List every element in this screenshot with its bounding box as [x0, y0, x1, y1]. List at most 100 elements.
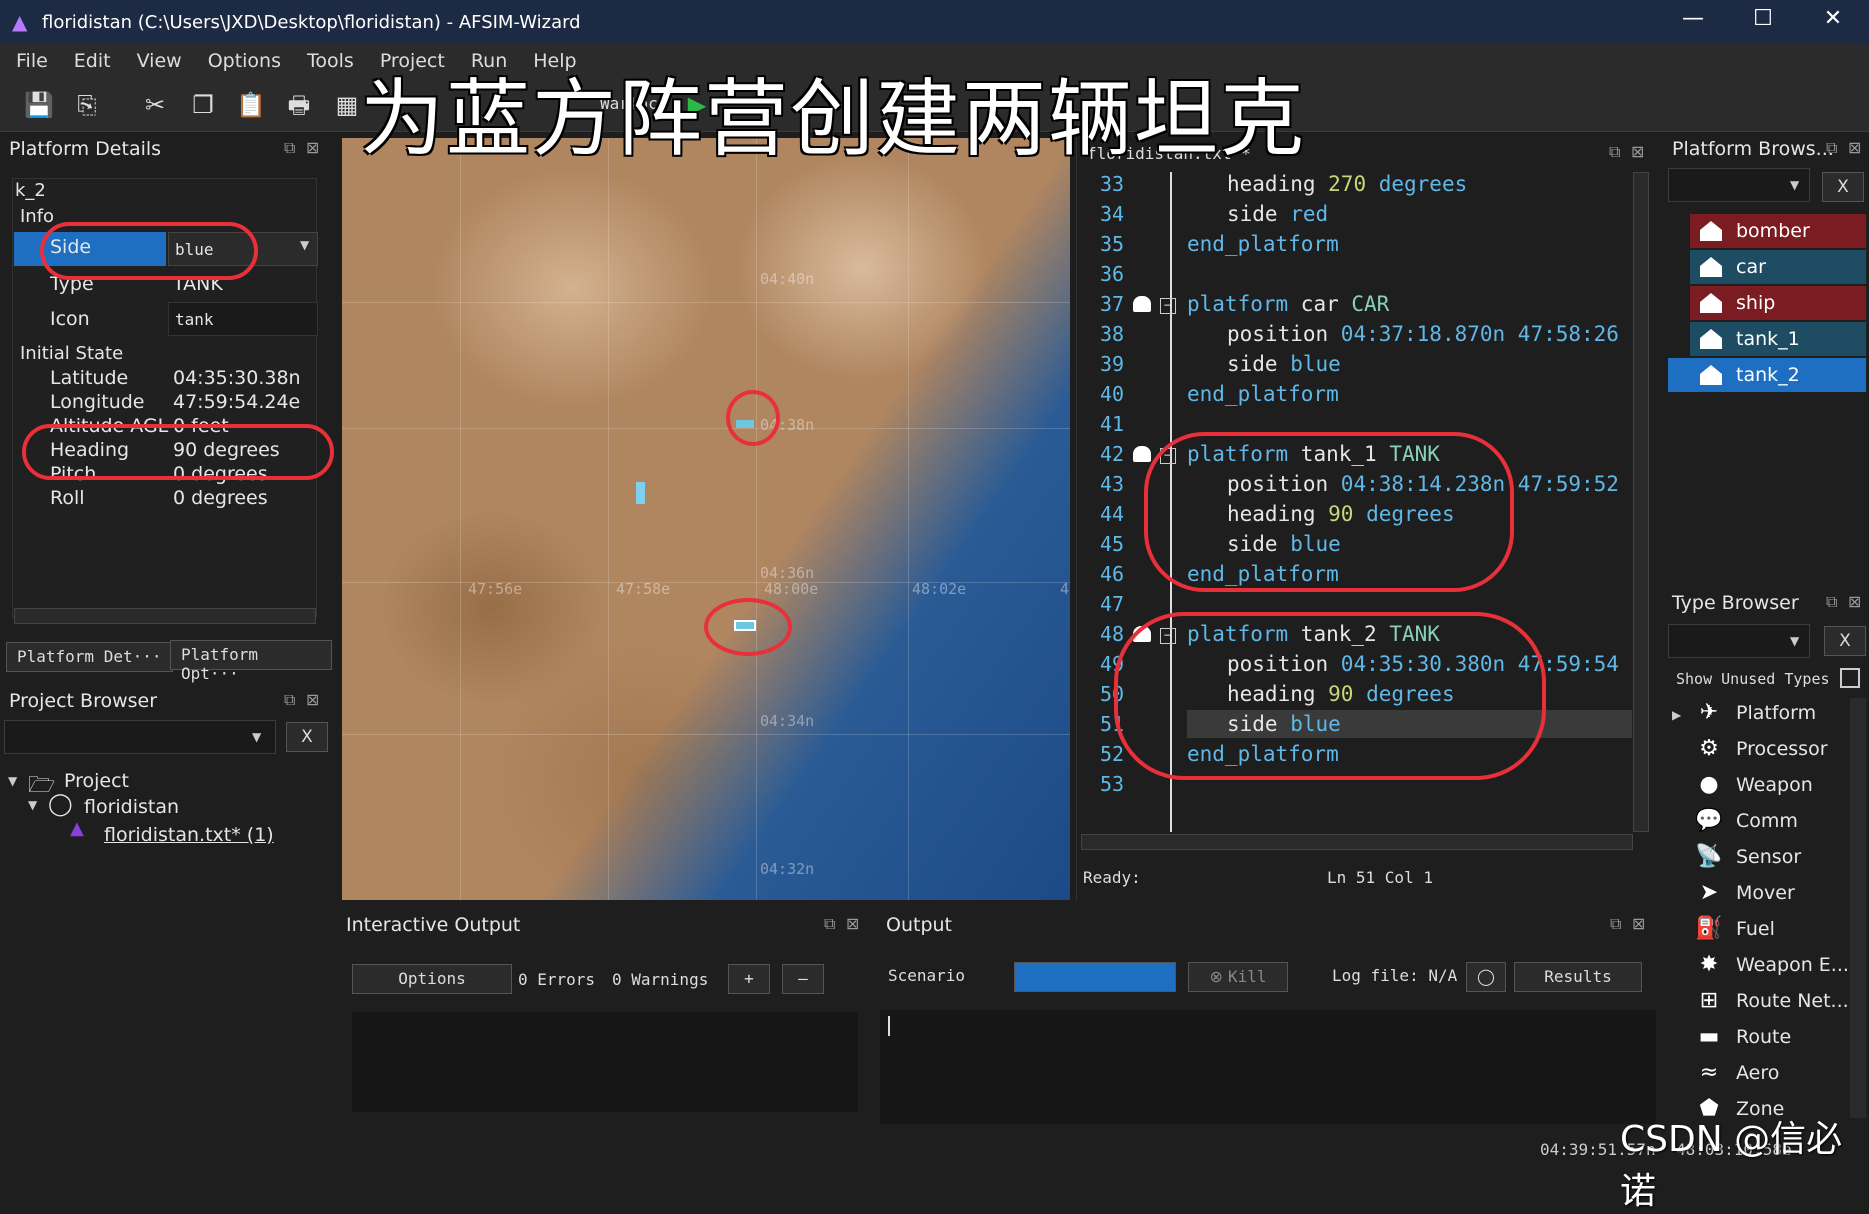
type-item-aero[interactable]: ≈ Aero [1694, 1060, 1780, 1086]
type-item-route[interactable]: ▬ Route [1694, 1024, 1792, 1050]
menu-file[interactable]: File [16, 50, 48, 72]
float-icon[interactable]: ⧉ [824, 914, 835, 934]
close-panel-icon[interactable]: ⊠ [1631, 142, 1644, 161]
interactive-output-panel: Interactive Output ⧉ ⊠ Options 0 Errors … [340, 906, 872, 1124]
output-panel: Output ⧉ ⊠ Scenario ⊗ Kill Log file: N/A… [880, 906, 1656, 1124]
code-token: platform [1187, 292, 1301, 316]
platform-item-tank-2[interactable]: tank_2 [1668, 358, 1866, 392]
text-cursor [888, 1016, 890, 1036]
clear-filter-button[interactable]: X [1822, 172, 1864, 202]
menu-edit[interactable]: Edit [74, 50, 111, 72]
tree-file[interactable]: floridistan.txt* (1) [104, 824, 274, 846]
code-token: 270 [1328, 172, 1367, 196]
map-view[interactable]: 04:40n 04:38n 04:36n 04:34n 04:32n 47:56… [342, 138, 1070, 900]
menu-tools[interactable]: Tools [307, 50, 354, 72]
float-icon[interactable]: ⧉ [284, 690, 295, 710]
platform-icon [1700, 365, 1722, 385]
close-panel-icon[interactable]: ⊠ [846, 914, 859, 933]
clear-filter-button[interactable]: X [286, 722, 328, 752]
minimize-button[interactable]: — [1663, 6, 1723, 31]
grid-line [460, 138, 461, 900]
platform-item-car[interactable]: car [1690, 250, 1866, 284]
interactive-output-text[interactable] [352, 1012, 858, 1112]
platform-item-ship[interactable]: ship [1690, 286, 1866, 320]
longitude-label: Longitude [50, 391, 145, 413]
close-panel-icon[interactable]: ⊠ [1848, 592, 1861, 611]
horizontal-scrollbar[interactable] [14, 608, 316, 624]
tab-platform-details[interactable]: Platform Det··· [6, 642, 173, 672]
float-icon[interactable]: ⧉ [1609, 142, 1620, 162]
close-button[interactable]: ✕ [1803, 6, 1863, 31]
log-file-button[interactable]: ◯ [1466, 962, 1506, 992]
build-icon[interactable]: ▦ [330, 88, 364, 122]
annotation-tank-2 [704, 598, 792, 656]
maximize-button[interactable]: ☐ [1733, 6, 1793, 31]
float-icon[interactable]: ⧉ [1826, 138, 1837, 158]
type-item-weapon-effects[interactable]: ✸ Weapon E... [1694, 952, 1849, 978]
type-item-weapon[interactable]: ● Weapon [1694, 772, 1812, 798]
kill-button[interactable]: ⊗ Kill [1188, 962, 1288, 992]
zoom-out-button[interactable]: – [782, 964, 824, 994]
code-token: car [1300, 292, 1352, 316]
menu-view[interactable]: View [137, 50, 182, 72]
car-marker[interactable] [636, 482, 645, 504]
type-filter-input[interactable] [1668, 624, 1810, 658]
save-icon[interactable]: 💾 [22, 88, 56, 122]
type-item-comm[interactable]: 💬 Comm [1694, 808, 1798, 834]
platform-details-panel: Platform Details ⧉ ⊠ k_2 Info Side blue … [0, 132, 332, 683]
wizard-file-icon: ▲ [70, 818, 84, 839]
vertical-scrollbar[interactable] [1633, 172, 1649, 832]
tree-floridistan[interactable]: floridistan [84, 796, 179, 818]
show-unused-checkbox[interactable] [1840, 668, 1860, 688]
expand-icon[interactable]: ▼ [8, 774, 17, 788]
zoom-in-button[interactable]: + [728, 964, 770, 994]
line-number: 41 [1100, 412, 1125, 436]
float-icon[interactable]: ⧉ [284, 138, 295, 158]
longitude-value: 47:59:54.24e [173, 391, 301, 413]
chevron-down-icon[interactable]: ▼ [252, 730, 261, 744]
menu-options[interactable]: Options [208, 50, 281, 72]
tutorial-caption: 为蓝方阵营创建两辆坦克 [360, 70, 1307, 168]
options-button[interactable]: Options [352, 964, 512, 994]
lon-label: 47:56e [468, 580, 523, 598]
save-all-icon[interactable]: ⎘ [70, 88, 104, 122]
platform-details-title: Platform Details [9, 138, 162, 160]
close-panel-icon[interactable]: ⊠ [1632, 914, 1645, 933]
fold-icon[interactable]: − [1160, 298, 1176, 314]
type-label: Mover [1736, 882, 1795, 904]
platform-item-tank-1[interactable]: tank_1 [1690, 322, 1866, 356]
tab-platform-options[interactable]: Platform Opt··· [170, 640, 332, 683]
print-icon[interactable]: 🖶 [282, 88, 316, 122]
expand-icon[interactable]: ▶ [1672, 708, 1681, 722]
results-button[interactable]: Results [1514, 962, 1642, 992]
copy-icon[interactable]: ❐ [186, 88, 220, 122]
expand-icon[interactable]: ▼ [28, 798, 37, 812]
chevron-down-icon[interactable]: ▼ [1790, 634, 1799, 648]
type-item-sensor[interactable]: 📡 Sensor [1694, 844, 1801, 870]
float-icon[interactable]: ⧉ [1610, 914, 1621, 934]
code-token: degrees [1366, 172, 1468, 196]
paste-icon[interactable]: 📋 [234, 88, 268, 122]
type-scrollbar[interactable] [1850, 698, 1866, 1118]
cut-icon[interactable]: ✂ [138, 88, 172, 122]
close-panel-icon[interactable]: ⊠ [306, 138, 319, 157]
type-item-processor[interactable]: ⚙ Processor [1694, 736, 1827, 762]
platform-item-bomber[interactable]: bomber [1690, 214, 1866, 248]
horizontal-scrollbar[interactable] [1081, 834, 1633, 850]
close-panel-icon[interactable]: ⊠ [1848, 138, 1861, 157]
close-panel-icon[interactable]: ⊠ [306, 690, 319, 709]
tree-project[interactable]: Project [64, 770, 129, 792]
clear-filter-button[interactable]: X [1824, 626, 1866, 656]
project-filter-input[interactable] [4, 720, 276, 754]
chevron-down-icon[interactable]: ▼ [300, 238, 309, 252]
code-line-39: side blue [1227, 352, 1341, 376]
type-item-route-network[interactable]: ⊞ Route Net... [1694, 988, 1849, 1014]
chevron-down-icon[interactable]: ▼ [1790, 178, 1799, 192]
type-item-fuel[interactable]: ⛽ Fuel [1694, 916, 1775, 942]
platform-filter-input[interactable] [1668, 168, 1810, 202]
float-icon[interactable]: ⧉ [1826, 592, 1837, 612]
type-item-mover[interactable]: ➤ Mover [1694, 880, 1795, 906]
type-item-platform[interactable]: ✈ Platform [1694, 700, 1816, 726]
output-text[interactable] [880, 1010, 1656, 1124]
line-number: 40 [1100, 382, 1125, 406]
